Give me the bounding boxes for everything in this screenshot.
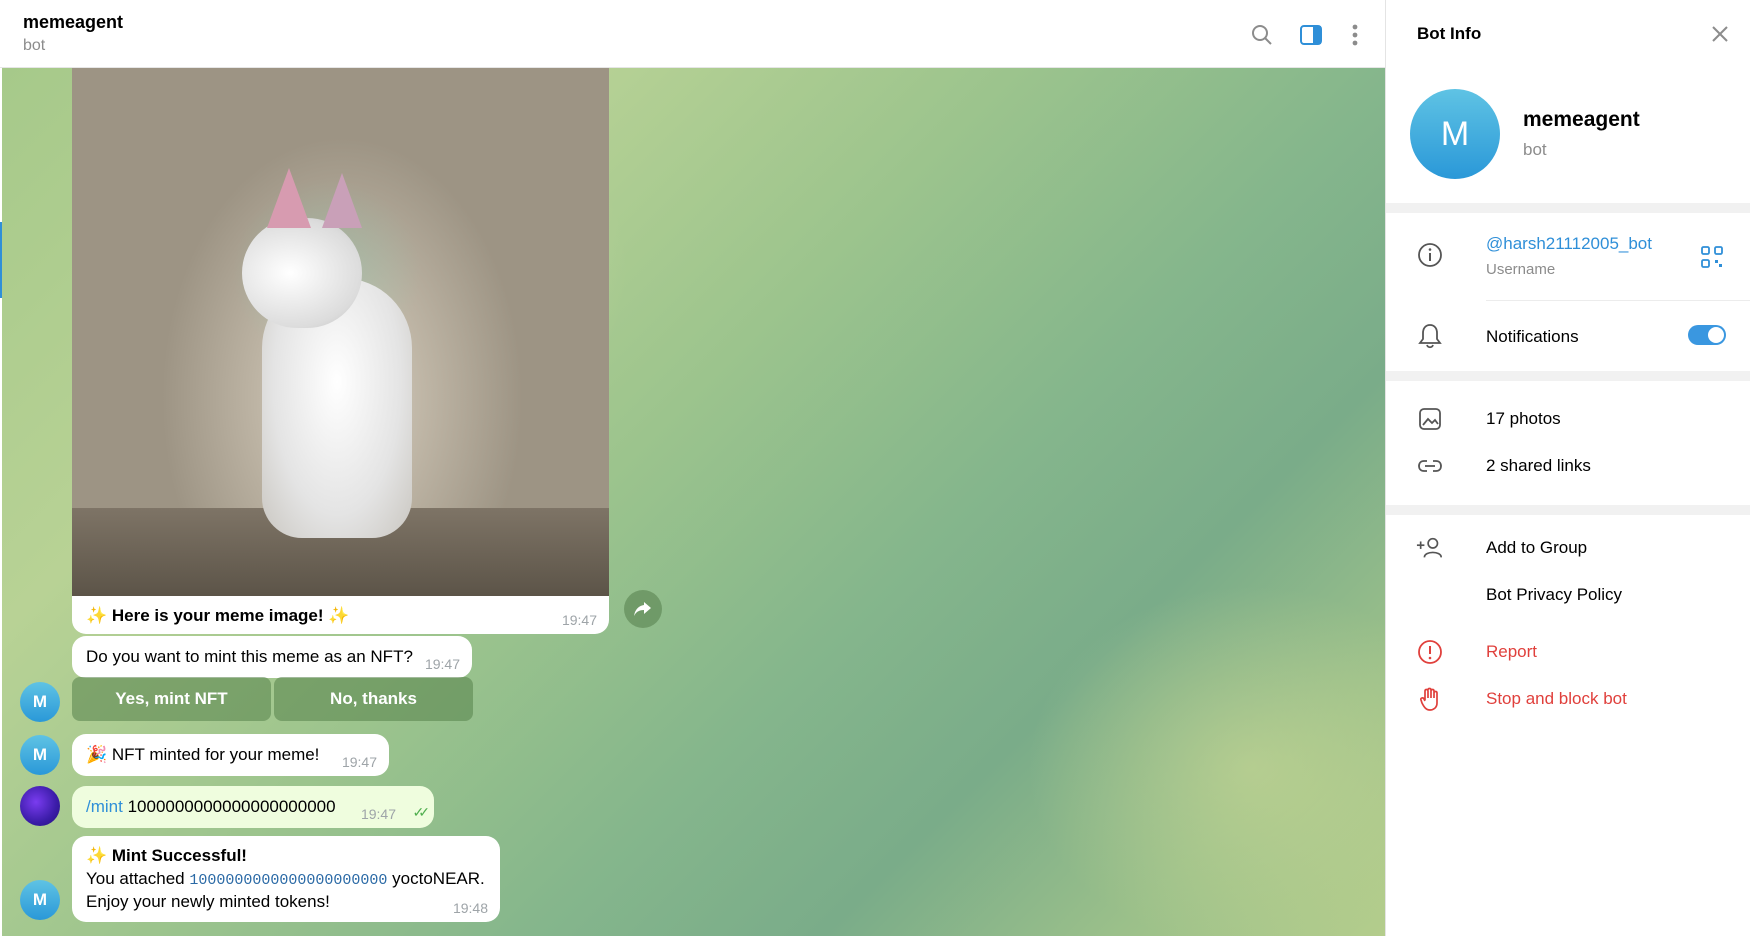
read-ticks-icon: ✓✓ bbox=[412, 804, 431, 820]
mint-success-message[interactable]: ✨ Mint Successful! You attached 10000000… bbox=[72, 836, 500, 922]
bot-avatar[interactable]: M bbox=[20, 880, 60, 920]
chat-header[interactable]: memeagent bot bbox=[0, 0, 1385, 68]
photo-caption: ✨ Here is your meme image! ✨ bbox=[86, 606, 350, 625]
bot-command-link[interactable]: /mint bbox=[86, 797, 123, 816]
profile-avatar[interactable]: M bbox=[1410, 89, 1500, 179]
add-user-icon bbox=[1416, 534, 1444, 562]
success-text: You attached bbox=[86, 869, 185, 888]
bot-info-panel: Bot Info M memeagent bot @harsh21112005_… bbox=[1385, 0, 1750, 936]
meme-image[interactable] bbox=[72, 68, 609, 596]
share-icon bbox=[634, 602, 651, 616]
bot-avatar[interactable]: M bbox=[20, 682, 60, 722]
report-icon bbox=[1416, 638, 1444, 666]
panel-title: Bot Info bbox=[1417, 24, 1482, 43]
username-label: Username bbox=[1486, 261, 1556, 278]
photo-icon bbox=[1416, 405, 1444, 433]
photo-message[interactable]: ✨ Here is your meme image! ✨ 19:47 bbox=[72, 68, 609, 634]
search-icon[interactable] bbox=[1247, 20, 1277, 50]
block-hand-icon bbox=[1416, 685, 1444, 713]
chat-panel: memeagent bot ✨ Here is your meme image!… bbox=[0, 0, 1385, 936]
sidebar-toggle-icon[interactable] bbox=[1296, 20, 1326, 50]
share-button[interactable] bbox=[624, 590, 662, 628]
report-item[interactable]: Report bbox=[1486, 642, 1537, 662]
yes-mint-nft-button[interactable]: Yes, mint NFT bbox=[72, 677, 271, 721]
notifications-label: Notifications bbox=[1486, 327, 1579, 346]
chat-title[interactable]: memeagent bbox=[23, 12, 123, 33]
message-time: 19:47 bbox=[424, 656, 460, 672]
no-thanks-button[interactable]: No, thanks bbox=[274, 677, 473, 721]
user-avatar[interactable] bbox=[20, 786, 60, 826]
privacy-policy-item[interactable]: Bot Privacy Policy bbox=[1486, 585, 1622, 605]
message-text: Do you want to mint this meme as an NFT? bbox=[86, 647, 413, 666]
notifications-toggle[interactable] bbox=[1688, 325, 1726, 345]
username-link[interactable]: @harsh21112005_bot bbox=[1486, 234, 1652, 254]
mint-command-message[interactable]: /mint 1000000000000000000000 19:47 ✓✓ bbox=[72, 786, 434, 828]
success-unit: yoctoNEAR. bbox=[392, 869, 485, 888]
qr-code-icon[interactable] bbox=[1698, 243, 1726, 271]
block-bot-item[interactable]: Stop and block bot bbox=[1486, 689, 1627, 709]
chat-subtitle: bot bbox=[23, 37, 46, 54]
message-time: 19:48 bbox=[452, 900, 488, 916]
shared-links-item[interactable]: 2 shared links bbox=[1486, 456, 1591, 476]
question-message[interactable]: Do you want to mint this meme as an NFT?… bbox=[72, 636, 472, 678]
profile-subtitle: bot bbox=[1523, 140, 1547, 159]
success-note: Enjoy your newly minted tokens! bbox=[86, 892, 330, 911]
profile-name: memeagent bbox=[1523, 108, 1640, 131]
message-time: 19:47 bbox=[360, 806, 396, 822]
minted-message[interactable]: 🎉 NFT minted for your meme! 19:47 bbox=[72, 734, 389, 776]
info-icon bbox=[1416, 241, 1444, 269]
bell-icon bbox=[1416, 322, 1444, 350]
more-vertical-icon[interactable] bbox=[1340, 20, 1370, 50]
success-title: ✨ Mint Successful! bbox=[86, 846, 247, 865]
photos-item[interactable]: 17 photos bbox=[1486, 409, 1561, 429]
link-icon bbox=[1416, 452, 1444, 480]
add-to-group-item[interactable]: Add to Group bbox=[1486, 538, 1587, 558]
message-time: 19:47 bbox=[341, 754, 377, 770]
message-text: 🎉 NFT minted for your meme! bbox=[86, 745, 320, 764]
close-icon[interactable] bbox=[1708, 22, 1732, 46]
message-time: 19:47 bbox=[561, 612, 597, 628]
success-amount: 1000000000000000000000 bbox=[189, 872, 388, 889]
mint-amount: 1000000000000000000000 bbox=[127, 797, 336, 816]
bot-avatar[interactable]: M bbox=[20, 735, 60, 775]
